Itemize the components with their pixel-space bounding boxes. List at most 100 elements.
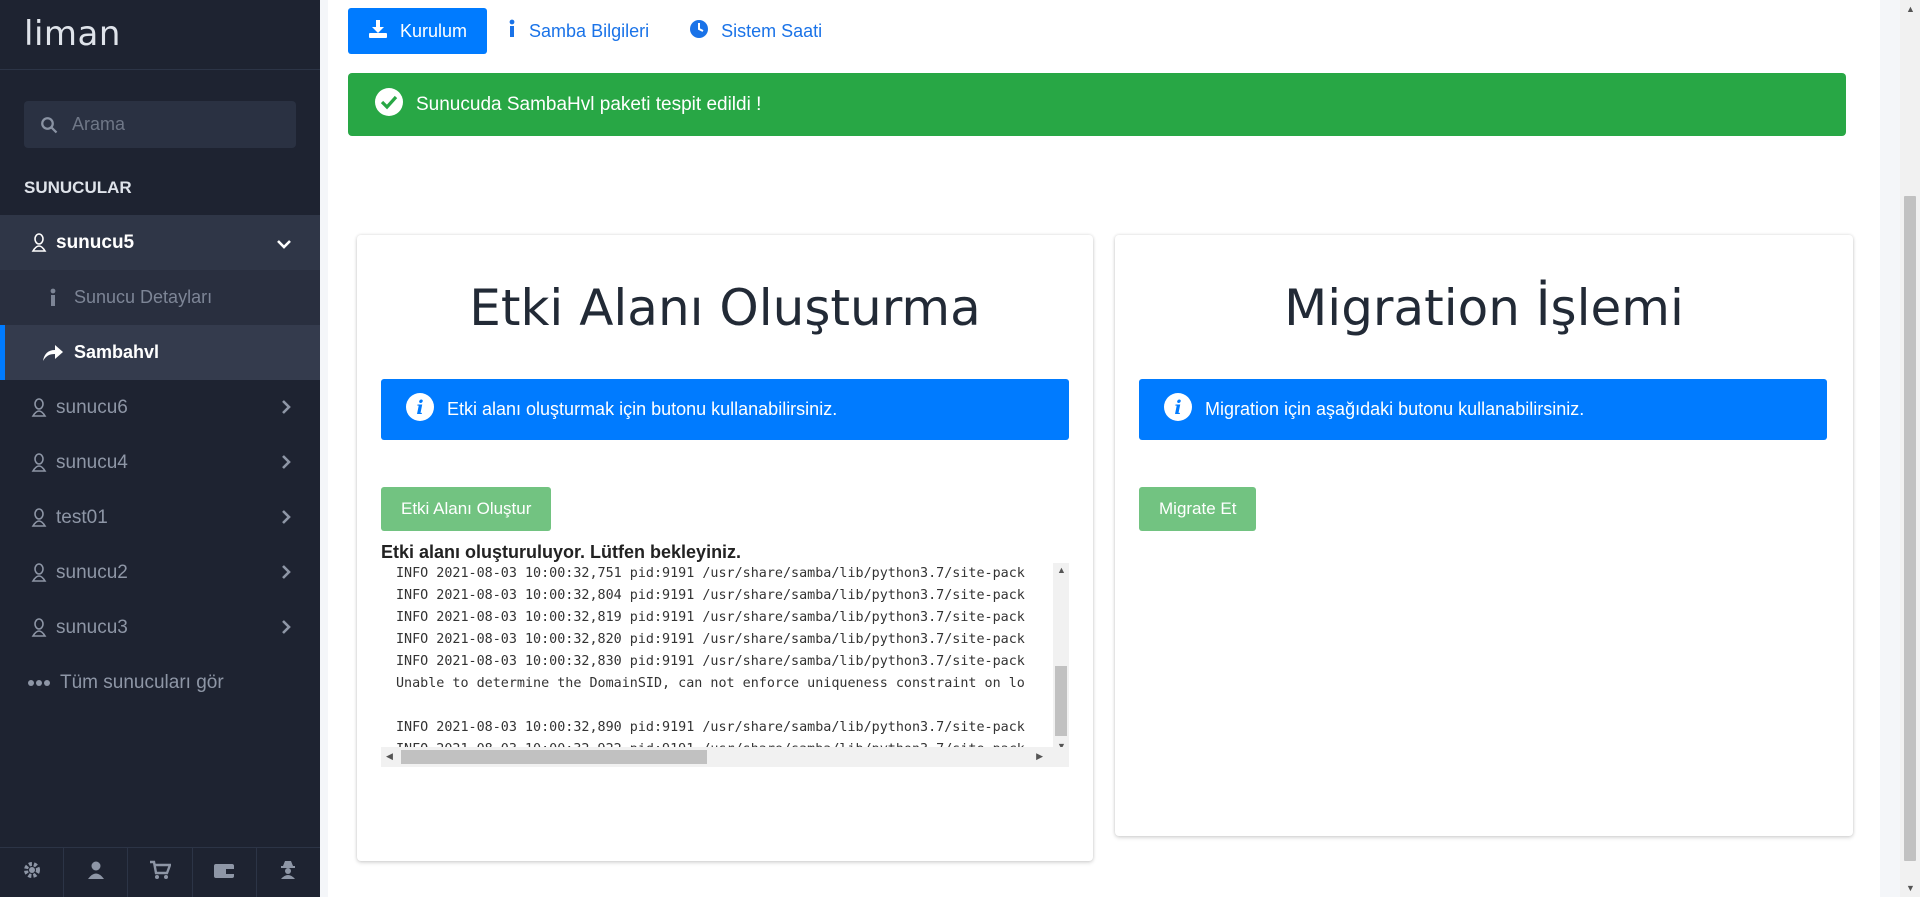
linux-icon: [24, 452, 54, 473]
scroll-up-icon[interactable]: ▲: [1057, 565, 1066, 575]
log-line: INFO 2021-08-03 10:00:32,751 pid:9191 /u…: [396, 566, 1025, 581]
info-icon: [38, 288, 68, 308]
wallet-button[interactable]: [193, 848, 257, 897]
see-all-servers-link[interactable]: Tüm sunucuları gör: [0, 655, 320, 710]
sidebar-subitem-server-details[interactable]: Sunucu Detayları: [0, 270, 320, 325]
sidebar-subitem-sambahvl[interactable]: Sambahvl: [0, 325, 320, 380]
sidebar: liman SUNUCULAR sunucu5 Sunucu Detayları…: [0, 0, 320, 897]
profile-button[interactable]: [64, 848, 129, 897]
info-text: Migration için aşağıdaki butonu kullanab…: [1205, 399, 1585, 419]
chevron-right-icon: [280, 564, 292, 586]
sidebar-item-sunucu3[interactable]: sunucu3: [0, 600, 320, 655]
section-title: SUNUCULAR: [24, 178, 132, 197]
sidebar-item-label: sunucu5: [56, 231, 135, 253]
search-input[interactable]: [72, 114, 272, 135]
tab-bar: Kurulum Samba Bilgileri Sistem Saati: [348, 8, 842, 54]
download-icon: [368, 19, 400, 44]
clock-icon: [689, 19, 721, 44]
ellipsis-icon: [24, 679, 54, 687]
check-circle-icon: [374, 87, 404, 123]
sidebar-item-label: sunucu4: [56, 451, 128, 473]
chevron-right-icon: [280, 454, 292, 476]
brand-logo[interactable]: liman: [0, 0, 320, 70]
sidebar-item-label: sunucu3: [56, 616, 128, 638]
tab-sistem-saati[interactable]: Sistem Saati: [669, 8, 842, 54]
scroll-left-icon[interactable]: ◀: [386, 751, 393, 762]
horizontal-scrollbar[interactable]: ◀ ▶: [381, 747, 1069, 767]
vertical-scrollbar[interactable]: ▲ ▼: [1053, 563, 1069, 753]
tab-kurulum[interactable]: Kurulum: [348, 8, 488, 54]
migrate-button[interactable]: Migrate Et: [1139, 487, 1257, 531]
scroll-up-icon[interactable]: ▲: [1906, 4, 1915, 14]
sidebar-item-sunucu6[interactable]: sunucu6: [0, 380, 320, 435]
create-domain-button[interactable]: Etki Alanı Oluştur: [381, 487, 552, 531]
info-alert: i Migration için aşağıdaki butonu kullan…: [1139, 379, 1827, 440]
cart-icon: [149, 860, 172, 885]
chevron-right-icon: [280, 509, 292, 531]
info-text: Etki alanı oluşturmak için butonu kullan…: [447, 399, 838, 419]
sidebar-item-label: sunucu6: [56, 396, 128, 418]
success-alert: Sunucuda SambaHvl paketi tespit edildi !: [348, 73, 1846, 136]
log-line: INFO 2021-08-03 10:00:32,819 pid:9191 /u…: [396, 610, 1025, 625]
sidebar-footer: [0, 847, 320, 897]
market-button[interactable]: [128, 848, 193, 897]
log-output[interactable]: INFO 2021-08-03 10:00:32,751 pid:9191 /u…: [381, 563, 1069, 767]
page-scrollbar[interactable]: ▲ ▼: [1900, 0, 1920, 897]
alert-text: Sunucuda SambaHvl paketi tespit edildi !: [416, 93, 762, 115]
sidebar-item-label: sunucu2: [56, 561, 128, 583]
linux-icon: [24, 562, 54, 583]
sidebar-item-sunucu4[interactable]: sunucu4: [0, 435, 320, 490]
linux-icon: [24, 397, 54, 418]
search-icon: [41, 116, 58, 133]
svg-text:i: i: [416, 397, 423, 419]
sidebar-item-sunucu5[interactable]: sunucu5: [0, 215, 320, 270]
sidebar-item-test01[interactable]: test01: [0, 490, 320, 545]
log-line: INFO 2021-08-03 10:00:32,820 pid:9191 /u…: [396, 632, 1025, 647]
scrollbar-thumb[interactable]: [401, 750, 707, 764]
user-icon: [86, 860, 106, 885]
vault-button[interactable]: [257, 848, 320, 897]
info-circle-icon: i: [1163, 392, 1193, 427]
scrollbar-thumb[interactable]: [1904, 196, 1916, 861]
status-text: Etki alanı oluşturuluyor. Lütfen bekleyi…: [381, 542, 742, 562]
linux-icon: [24, 617, 54, 638]
main-area: Kurulum Samba Bilgileri Sistem Saati Sun…: [320, 0, 1920, 897]
sidebar-subitem-label: Sambahvl: [74, 342, 160, 362]
search-box[interactable]: [24, 101, 296, 148]
settings-icon: [22, 860, 42, 885]
log-line: INFO 2021-08-03 10:00:32,830 pid:9191 /u…: [396, 654, 1025, 669]
content-panel: Kurulum Samba Bilgileri Sistem Saati Sun…: [328, 0, 1880, 897]
see-all-label: Tüm sunucuları gör: [60, 671, 224, 693]
card-title: Migration İşlemi: [1284, 279, 1684, 337]
sidebar-item-sunucu2[interactable]: sunucu2: [0, 545, 320, 600]
info-icon: [507, 19, 529, 44]
chevron-right-icon: [280, 619, 292, 641]
scroll-right-icon[interactable]: ▶: [1036, 751, 1043, 762]
info-alert: i Etki alanı oluşturmak için butonu kull…: [381, 379, 1069, 440]
tab-samba-bilgileri[interactable]: Samba Bilgileri: [487, 8, 669, 54]
migration-card: Migration İşlemi i Migration için aşağıd…: [1115, 235, 1853, 836]
info-circle-icon: i: [405, 392, 435, 427]
wallet-icon: [213, 861, 235, 884]
chevron-right-icon: [280, 399, 292, 421]
log-line: INFO 2021-08-03 10:00:32,804 pid:9191 /u…: [396, 588, 1025, 603]
log-line: INFO 2021-08-03 10:00:32,890 pid:9191 /u…: [396, 720, 1025, 735]
linux-icon: [24, 507, 54, 528]
domain-creation-card: Etki Alanı Oluşturma i Etki alanı oluştu…: [357, 235, 1093, 861]
card-title: Etki Alanı Oluşturma: [469, 279, 981, 337]
tab-label: Samba Bilgileri: [529, 20, 650, 41]
svg-text:i: i: [1174, 397, 1181, 419]
share-icon: [38, 344, 68, 362]
log-line: Unable to determine the DomainSID, can n…: [396, 676, 1025, 691]
user-secret-icon: [278, 860, 298, 885]
settings-button[interactable]: [0, 848, 65, 897]
sidebar-subitem-label: Sunucu Detayları: [74, 287, 213, 307]
chevron-down-icon: [276, 234, 292, 256]
tab-label: Sistem Saati: [721, 20, 823, 41]
scroll-down-icon[interactable]: ▼: [1906, 883, 1915, 893]
sidebar-item-label: test01: [56, 506, 108, 528]
tab-label: Kurulum: [400, 20, 468, 41]
scrollbar-thumb[interactable]: [1055, 666, 1067, 736]
log-lines: INFO 2021-08-03 10:00:32,751 pid:9191 /u…: [396, 563, 1051, 753]
